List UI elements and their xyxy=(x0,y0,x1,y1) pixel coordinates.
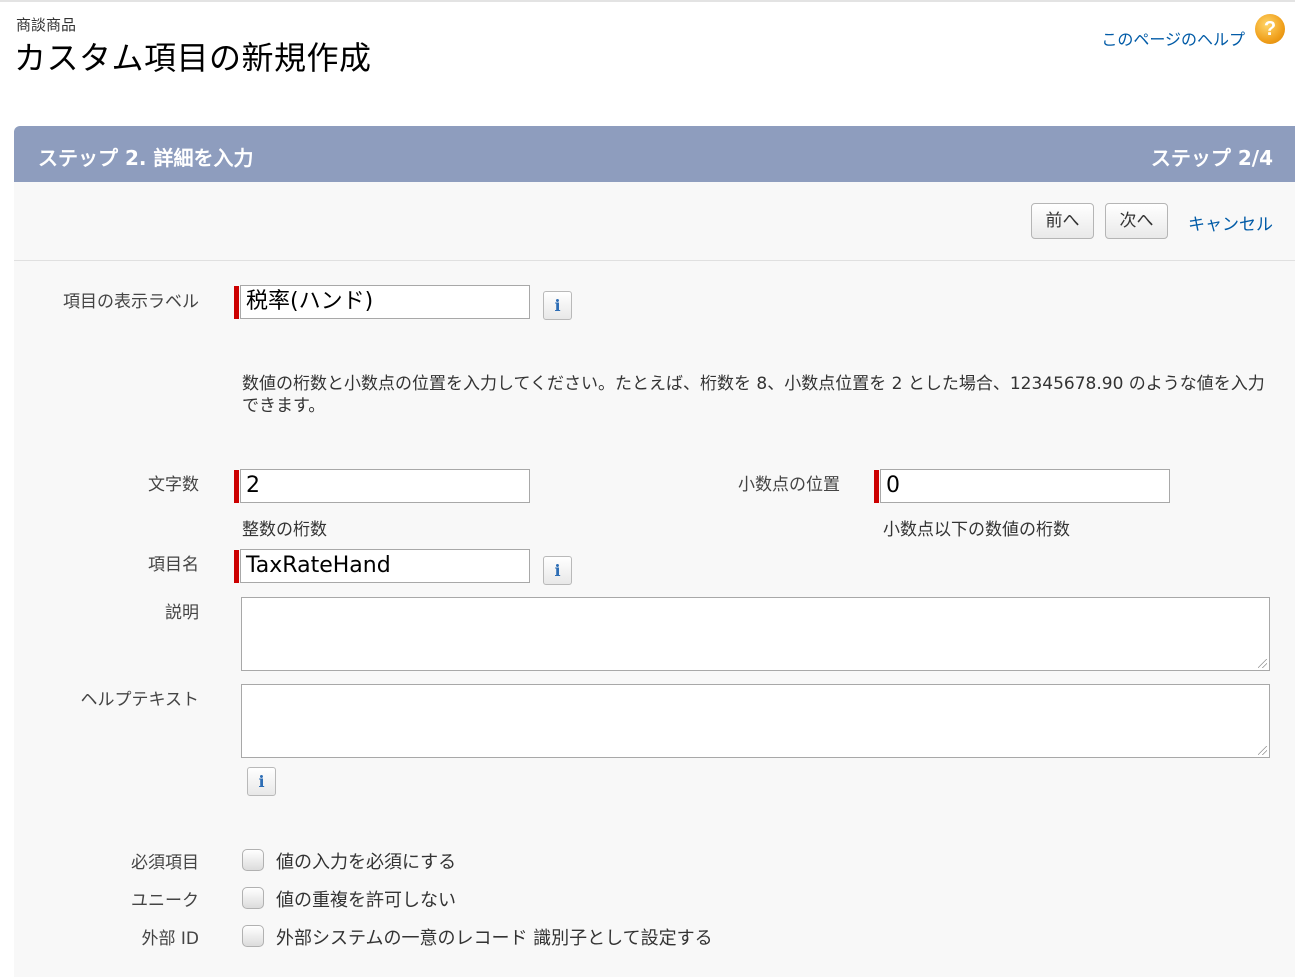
field-label-label: 項目の表示ラベル xyxy=(63,292,199,312)
description-textarea[interactable] xyxy=(241,597,1270,671)
external-id-label: 外部 ID xyxy=(141,929,199,949)
cancel-link[interactable]: キャンセル xyxy=(1188,210,1273,235)
description-label: 説明 xyxy=(165,603,199,623)
info-icon[interactable]: i xyxy=(543,556,572,585)
button-bar: 前へ 次へ キャンセル xyxy=(14,182,1295,261)
required-checkbox-text: 値の入力を必須にする xyxy=(276,852,457,873)
decimal-input[interactable]: 0 xyxy=(880,469,1170,503)
required-checkbox[interactable] xyxy=(242,849,264,871)
step-header: ステップ 2. 詳細を入力 ステップ 2/4 xyxy=(14,126,1295,182)
info-icon[interactable]: i xyxy=(543,291,572,320)
field-label-input[interactable]: 税率(ハンド) xyxy=(240,285,530,319)
page-title: カスタム項目の新規作成 xyxy=(14,39,372,77)
length-hint: 整数の桁数 xyxy=(242,520,327,540)
previous-button[interactable]: 前へ xyxy=(1031,203,1094,239)
required-marker xyxy=(874,470,879,503)
help-link[interactable]: このページのヘルプ xyxy=(1101,26,1245,50)
top-border xyxy=(0,0,1295,2)
help-text-textarea[interactable] xyxy=(241,684,1270,758)
step-count: ステップ 2/4 xyxy=(1150,146,1273,170)
resize-handle[interactable] xyxy=(1258,746,1267,755)
unique-checkbox-text: 値の重複を許可しない xyxy=(276,890,456,911)
required-marker xyxy=(234,550,239,583)
next-button[interactable]: 次へ xyxy=(1105,203,1168,239)
info-icon[interactable]: i xyxy=(247,767,276,796)
unique-option-label: ユニーク xyxy=(131,891,199,911)
length-input[interactable]: 2 xyxy=(240,469,530,503)
resize-handle[interactable] xyxy=(1258,659,1267,668)
step-title: ステップ 2. 詳細を入力 xyxy=(38,146,254,170)
external-id-checkbox[interactable] xyxy=(242,925,264,947)
api-name-input[interactable]: TaxRateHand xyxy=(240,549,530,583)
wizard-panel: ステップ 2. 詳細を入力 ステップ 2/4 前へ 次へ キャンセル xyxy=(14,126,1295,977)
help-text-label: ヘルプテキスト xyxy=(80,690,200,710)
required-option-label: 必須項目 xyxy=(131,853,199,873)
required-marker xyxy=(234,470,239,503)
numeric-description: 数値の桁数と小数点の位置を入力してください。たとえば、桁数を 8、小数点位置を … xyxy=(242,374,1265,416)
decimal-hint: 小数点以下の数値の桁数 xyxy=(883,520,1070,540)
api-name-label: 項目名 xyxy=(148,555,199,575)
required-marker xyxy=(234,286,239,319)
breadcrumb: 商談商品 xyxy=(16,16,77,34)
external-id-checkbox-text: 外部システムの一意のレコード 識別子として設定する xyxy=(276,928,713,949)
length-label: 文字数 xyxy=(148,475,199,495)
question-icon[interactable]: ? xyxy=(1255,14,1285,44)
decimal-label: 小数点の位置 xyxy=(738,475,840,495)
unique-checkbox[interactable] xyxy=(242,887,264,909)
